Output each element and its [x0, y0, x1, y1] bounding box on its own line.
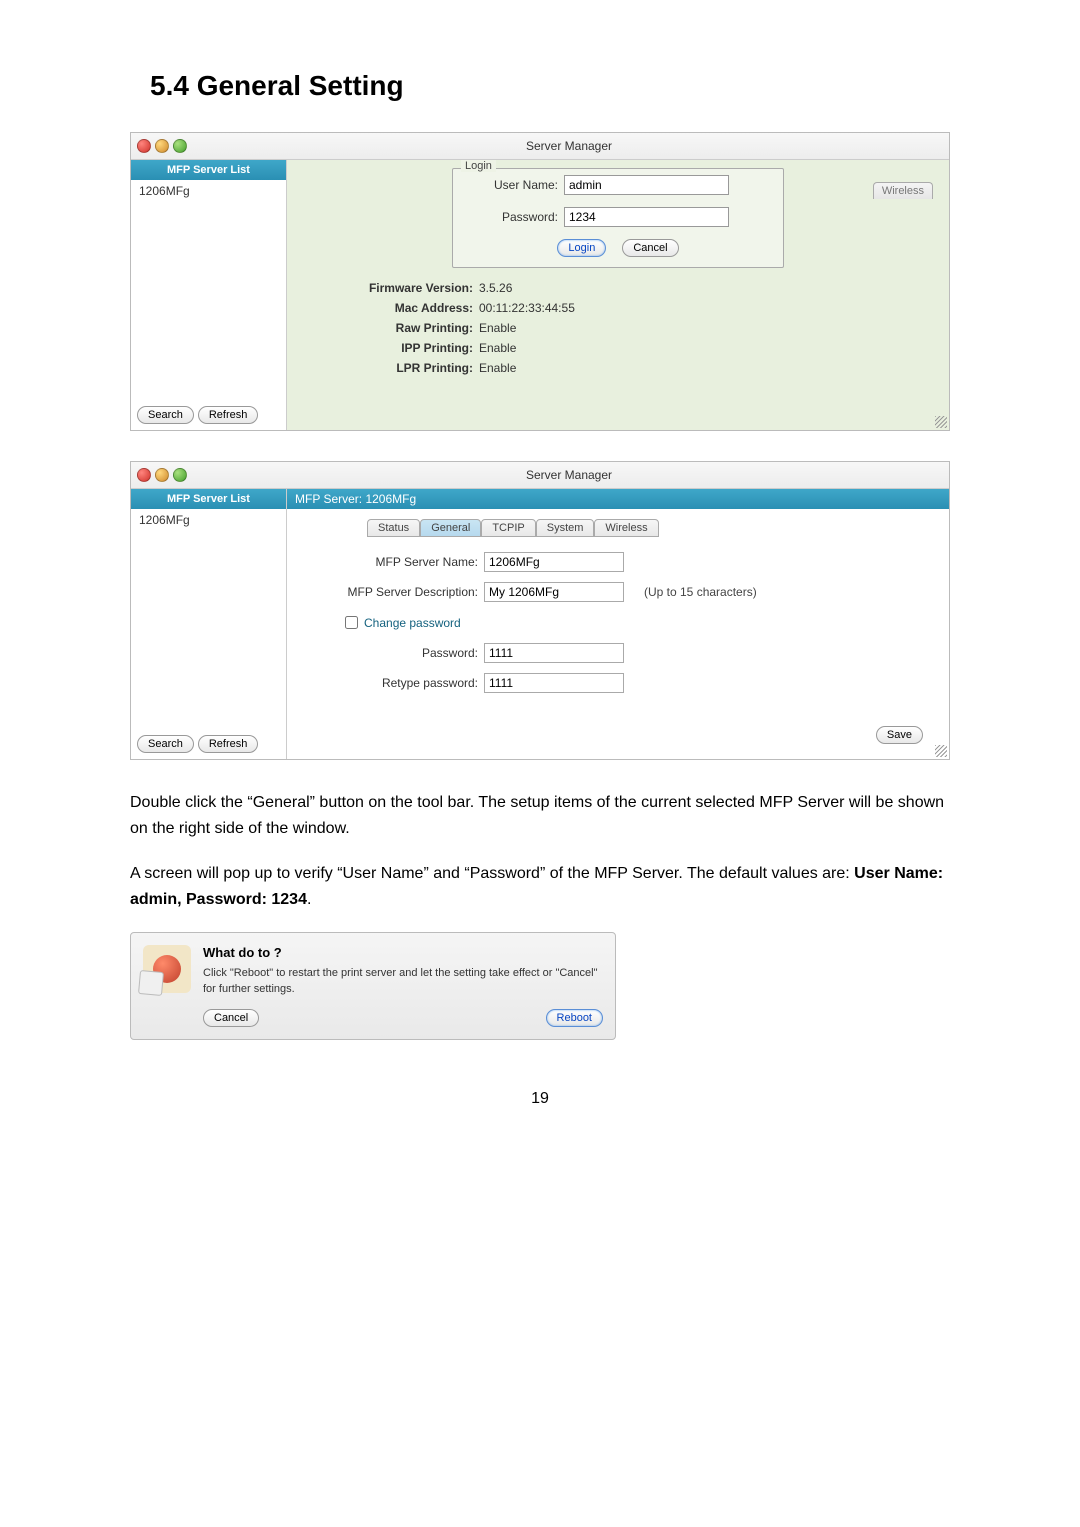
tab-tcpip[interactable]: TCPIP [481, 519, 535, 537]
minimize-icon[interactable] [155, 139, 169, 153]
password-label: Password: [463, 210, 558, 224]
minimize-icon[interactable] [155, 468, 169, 482]
server-desc-label: MFP Server Description: [303, 585, 478, 599]
firmware-value: 3.5.26 [479, 281, 512, 295]
dialog-reboot-button[interactable]: Reboot [546, 1009, 603, 1027]
window-title: Server Manager [195, 468, 943, 482]
username-label: User Name: [463, 178, 558, 192]
content-header: MFP Server: 1206MFg [287, 489, 949, 509]
tab-wireless[interactable]: Wireless [594, 519, 658, 537]
firmware-label: Firmware Version: [325, 281, 473, 295]
body-paragraph-1: Double click the “General” button on the… [130, 790, 950, 841]
zoom-icon[interactable] [173, 139, 187, 153]
resize-grip-icon[interactable] [935, 745, 947, 757]
change-password-label: Change password [364, 616, 461, 630]
password-label: Password: [303, 646, 478, 660]
dialog-app-icon [143, 945, 191, 993]
sidebar-header: MFP Server List [131, 489, 286, 509]
save-button[interactable]: Save [876, 726, 923, 744]
screenshot-general: Server Manager MFP Server List 1206MFg S… [130, 461, 950, 760]
mac-value: 00:11:22:33:44:55 [479, 301, 575, 315]
zoom-icon[interactable] [173, 468, 187, 482]
body-text: A screen will pop up to verify “User Nam… [130, 865, 854, 882]
search-button[interactable]: Search [137, 735, 194, 753]
close-icon[interactable] [137, 139, 151, 153]
screenshot-login: Server Manager MFP Server List 1206MFg S… [130, 132, 950, 431]
raw-label: Raw Printing: [325, 321, 473, 335]
dialog-cancel-button[interactable]: Cancel [203, 1009, 259, 1027]
server-desc-hint: (Up to 15 characters) [644, 585, 757, 599]
search-button[interactable]: Search [137, 406, 194, 424]
tab-status[interactable]: Status [367, 519, 420, 537]
dialog-body: Click "Reboot" to restart the print serv… [203, 966, 603, 997]
retype-password-field[interactable] [484, 673, 624, 693]
tab-general[interactable]: General [420, 519, 481, 537]
raw-value: Enable [479, 321, 516, 335]
window-title: Server Manager [195, 139, 943, 153]
mac-label: Mac Address: [325, 301, 473, 315]
tab-wireless-bg: Wireless [873, 182, 933, 199]
ipp-value: Enable [479, 341, 516, 355]
refresh-button[interactable]: Refresh [198, 406, 259, 424]
dialog-reboot: What do to ? Click "Reboot" to restart t… [130, 932, 616, 1040]
sidebar-header: MFP Server List [131, 160, 286, 180]
lpr-label: LPR Printing: [325, 361, 473, 375]
section-heading: 5.4 General Setting [150, 70, 950, 102]
username-input[interactable] [564, 175, 729, 195]
password-input[interactable] [564, 207, 729, 227]
cancel-button[interactable]: Cancel [622, 239, 678, 257]
close-icon[interactable] [137, 468, 151, 482]
ipp-label: IPP Printing: [325, 341, 473, 355]
login-button[interactable]: Login [557, 239, 606, 257]
sidebar-item-server[interactable]: 1206MFg [131, 180, 286, 202]
window-controls [137, 139, 187, 153]
resize-grip-icon[interactable] [935, 416, 947, 428]
change-password-checkbox[interactable] [345, 616, 358, 629]
window-titlebar: Server Manager [131, 462, 949, 489]
body-paragraph-2: A screen will pop up to verify “User Nam… [130, 861, 950, 912]
server-name-input[interactable] [484, 552, 624, 572]
server-name-label: MFP Server Name: [303, 555, 478, 569]
password-field[interactable] [484, 643, 624, 663]
dialog-title: What do to ? [203, 945, 603, 960]
login-panel: Login User Name: Password: Login Cancel [452, 168, 784, 268]
login-legend: Login [461, 160, 496, 172]
refresh-button[interactable]: Refresh [198, 735, 259, 753]
sidebar-item-server[interactable]: 1206MFg [131, 509, 286, 531]
window-controls [137, 468, 187, 482]
retype-password-label: Retype password: [303, 676, 478, 690]
window-titlebar: Server Manager [131, 133, 949, 160]
tab-row: Status General TCPIP System Wireless [367, 519, 949, 537]
page-number: 19 [130, 1090, 950, 1108]
lpr-value: Enable [479, 361, 516, 375]
server-desc-input[interactable] [484, 582, 624, 602]
tab-system[interactable]: System [536, 519, 595, 537]
